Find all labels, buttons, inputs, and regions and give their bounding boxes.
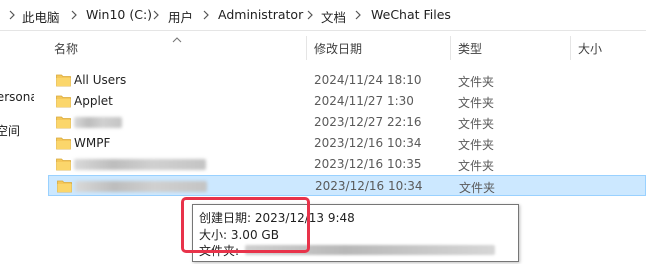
column-header-name[interactable]: 名称 — [54, 40, 78, 57]
nav-item-personal[interactable]: Persona — [0, 90, 34, 104]
breadcrumb-administrator[interactable]: Administrator — [218, 7, 303, 22]
file-modified: 2024/11/27 1:30 — [314, 94, 414, 108]
column-divider[interactable] — [450, 36, 451, 60]
file-name[interactable]: Applet — [74, 94, 113, 108]
table-row[interactable]: 2023/12/27 22:16 文件夹 — [48, 112, 646, 133]
file-type: 文件夹 — [458, 159, 495, 173]
folder-icon — [57, 179, 72, 193]
breadcrumb-this-pc[interactable]: 此电脑 — [22, 7, 60, 26]
file-type: 文件夹 — [459, 181, 496, 195]
file-type: 文件夹 — [458, 117, 495, 131]
file-modified: 2023/12/16 10:34 — [315, 179, 423, 193]
chevron-right-icon[interactable] — [304, 9, 316, 21]
breadcrumb-drive[interactable]: Win10 (C:) — [86, 7, 152, 22]
file-type: 文件夹 — [458, 75, 495, 89]
column-divider[interactable] — [570, 36, 571, 60]
file-type: 文件夹 — [458, 138, 495, 152]
chevron-right-icon[interactable] — [200, 9, 212, 21]
folder-icon — [56, 73, 71, 87]
table-row-selected[interactable]: 2023/12/16 10:34 文件夹 — [48, 175, 646, 196]
table-row[interactable]: Applet 2024/11/27 1:30 文件夹 — [48, 91, 646, 112]
redacted-file-name[interactable] — [74, 117, 122, 128]
column-header-modified[interactable]: 修改日期 — [314, 40, 362, 57]
folder-icon — [56, 136, 71, 150]
column-divider[interactable] — [306, 36, 307, 60]
file-modified: 2023/12/16 10:34 — [314, 136, 422, 150]
breadcrumb-wechat-files[interactable]: WeChat Files — [371, 7, 451, 22]
chevron-right-icon[interactable] — [150, 9, 162, 21]
folder-icon — [56, 94, 71, 108]
breadcrumb-documents[interactable]: 文档 — [321, 7, 346, 26]
annotation-highlight-box — [181, 197, 310, 253]
sort-ascending-icon — [172, 33, 182, 43]
file-name[interactable]: All Users — [74, 73, 126, 87]
column-header-type[interactable]: 类型 — [458, 40, 482, 57]
file-modified: 2024/11/24 18:10 — [314, 73, 422, 87]
folder-icon — [56, 115, 71, 129]
file-type: 文件夹 — [458, 96, 495, 110]
redacted-file-name[interactable] — [74, 159, 206, 170]
chevron-right-icon[interactable] — [6, 9, 18, 21]
table-row[interactable]: 2023/12/16 10:35 文件夹 — [48, 154, 646, 175]
nav-item-space[interactable]: 空间 — [0, 122, 32, 139]
file-name[interactable]: WMPF — [74, 136, 110, 150]
column-header-size[interactable]: 大小 — [578, 40, 602, 57]
file-modified: 2023/12/27 22:16 — [314, 115, 422, 129]
chevron-right-icon[interactable] — [68, 9, 80, 21]
table-row[interactable]: WMPF 2023/12/16 10:34 文件夹 — [48, 133, 646, 154]
chevron-right-icon[interactable] — [352, 9, 364, 21]
breadcrumb-users[interactable]: 用户 — [168, 7, 193, 26]
file-modified: 2023/12/16 10:35 — [314, 157, 422, 171]
folder-icon — [56, 157, 71, 171]
redacted-file-name[interactable] — [75, 181, 207, 192]
address-bar[interactable]: 此电脑 Win10 (C:) 用户 Administrator 文档 WeCha… — [0, 0, 646, 31]
table-row[interactable]: All Users 2024/11/24 18:10 文件夹 — [48, 70, 646, 91]
